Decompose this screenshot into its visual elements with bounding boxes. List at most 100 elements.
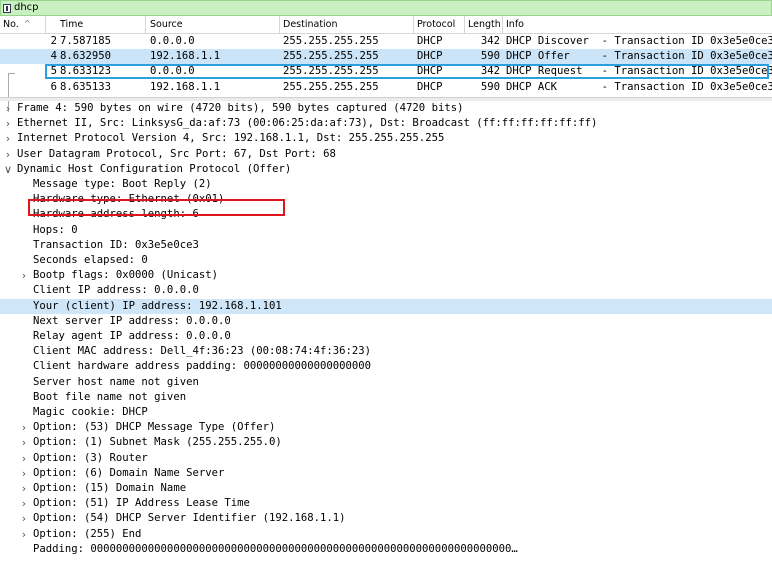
packet-protocol: DHCP [417, 80, 443, 93]
tree-item[interactable]: › Option: (53) DHCP Message Type (Offer) [0, 420, 772, 435]
tree-item[interactable]: Next server IP address: 0.0.0.0 [0, 314, 772, 329]
packet-destination: 255.255.255.255 [283, 65, 379, 78]
packet-row[interactable]: 2 7.587185 0.0.0.0 255.255.255.255 DHCP 342 DH… [0, 34, 772, 49]
tree-item-label: Message type: Boot Reply (2) [33, 178, 212, 190]
packet-source: 0.0.0.0 [150, 35, 195, 47]
packet-source: 192.168.1.1 [150, 50, 221, 63]
tree-item-label: Transaction ID: 0x3e5e0ce3 [33, 238, 199, 251]
display-filter-input[interactable]: dhcp [14, 2, 39, 14]
column-header-destination[interactable]: Destination [283, 19, 338, 30]
packet-row[interactable]: 6 8.635133 192.168.1.1 255.255.255.255 DHCP 5… [0, 80, 772, 95]
chevron-right-icon[interactable]: › [19, 268, 29, 283]
tree-item[interactable]: › Option: (51) IP Address Lease Time [0, 496, 772, 511]
tree-item-label: Dynamic Host Configuration Protocol (Off… [17, 162, 292, 175]
tree-item[interactable]: › Ethernet II, Src: LinksysG_da:af:73 (00… [0, 116, 772, 131]
tree-item-label: Relay agent IP address: 0.0.0.0 [33, 330, 231, 342]
packet-destination: 255.255.255.255 [283, 50, 379, 63]
tree-item-label: Option: (1) Subnet Mask (255.255.255.0) [33, 436, 282, 449]
tree-item[interactable]: Client IP address: 0.0.0.0 [0, 283, 772, 298]
tree-item-label: Option: (3) Router [33, 451, 148, 464]
packet-protocol: DHCP [417, 65, 443, 78]
tree-item-label: Magic cookie: DHCP [33, 406, 148, 418]
tree-item[interactable]: Boot file name not given [0, 390, 772, 405]
tree-item[interactable]: Hardware address length: 6 [0, 207, 772, 222]
chevron-right-icon[interactable]: › [19, 481, 29, 496]
chevron-right-icon[interactable]: › [3, 101, 13, 116]
packet-no: 6 [50, 80, 57, 93]
tree-item-label: Next server IP address: 0.0.0.0 [33, 314, 231, 327]
packet-time: 8.633123 [60, 65, 112, 78]
tree-item-label: Your (client) IP address: 192.168.1.101 [33, 299, 282, 312]
tree-item[interactable]: › Frame 4: 590 bytes on wire (4720 bits),… [0, 101, 772, 116]
tree-item[interactable]: › Option: (15) Domain Name [0, 481, 772, 496]
chevron-right-icon[interactable]: › [19, 527, 29, 542]
tree-item[interactable]: Hardware type: Ethernet (0x01) [0, 192, 772, 207]
column-header-source[interactable]: Source [150, 19, 183, 30]
packet-protocol: DHCP [417, 50, 443, 63]
chevron-right-icon[interactable]: › [19, 451, 29, 466]
tree-item[interactable]: Relay agent IP address: 0.0.0.0 [0, 329, 772, 344]
chevron-right-icon[interactable]: › [19, 511, 29, 526]
packet-row[interactable]: 4 8.632950 192.168.1.1 255.255.255.255 DHCP 5… [0, 49, 772, 65]
chevron-right-icon[interactable]: › [19, 466, 29, 481]
tree-item[interactable]: › Bootp flags: 0x0000 (Unicast) [0, 268, 772, 283]
chevron-right-icon[interactable]: › [3, 116, 13, 131]
tree-item-label: Bootp flags: 0x0000 (Unicast) [33, 269, 218, 282]
tree-item-label: Seconds elapsed: 0 [33, 254, 148, 266]
chevron-right-icon[interactable]: › [19, 420, 29, 435]
packet-source: 0.0.0.0 [150, 65, 195, 78]
column-header-time[interactable]: Time [60, 19, 83, 30]
tree-item-label: Option: (15) Domain Name [33, 482, 187, 494]
tree-item[interactable]: › User Datagram Protocol, Src Port: 67, D… [0, 147, 772, 162]
column-header-protocol[interactable]: Protocol [417, 19, 455, 30]
tree-item[interactable]: ∨ Dynamic Host Configuration Protocol (Of… [0, 162, 772, 177]
sort-up-icon: ^ [24, 19, 31, 28]
packet-list-header: No. ^ Time Source Destination Protocol L… [0, 16, 772, 34]
packet-no: 5 [50, 65, 57, 78]
chevron-right-icon[interactable]: › [3, 131, 13, 146]
packet-list: No. ^ Time Source Destination Protocol L… [0, 16, 772, 112]
tree-item[interactable]: Magic cookie: DHCP [0, 405, 772, 420]
tree-item-label: Hardware address length: 6 [33, 208, 199, 221]
tree-item-label: Option: (53) DHCP Message Type (Offer) [33, 421, 276, 434]
tree-item-label: Hardware type: Ethernet (0x01) [33, 193, 225, 206]
packet-source: 192.168.1.1 [150, 80, 221, 93]
column-header-no[interactable]: No. [3, 19, 19, 30]
bookmark-icon[interactable] [3, 3, 11, 13]
packet-destination: 255.255.255.255 [283, 35, 379, 47]
tree-item[interactable]: › Option: (3) Router [0, 451, 772, 466]
tree-item[interactable]: Your (client) IP address: 192.168.1.101 [0, 298, 772, 314]
packet-row[interactable]: 5 8.633123 0.0.0.0 255.255.255.255 DHCP 342 DH… [0, 64, 772, 79]
chevron-right-icon[interactable]: › [3, 147, 13, 162]
chevron-down-icon[interactable]: ∨ [3, 162, 13, 177]
tree-item[interactable]: Seconds elapsed: 0 [0, 253, 772, 268]
tree-item[interactable]: Server host name not given [0, 375, 772, 390]
tree-item[interactable]: › Internet Protocol Version 4, Src: 192.1… [0, 131, 772, 146]
packet-no: 4 [50, 50, 57, 63]
tree-item[interactable]: Transaction ID: 0x3e5e0ce3 [0, 238, 772, 253]
column-header-length[interactable]: Length [468, 19, 501, 30]
tree-item[interactable]: Message type: Boot Reply (2) [0, 177, 772, 192]
chevron-right-icon[interactable]: › [19, 435, 29, 450]
tree-item[interactable]: › Option: (1) Subnet Mask (255.255.255.0) [0, 435, 772, 450]
tree-item[interactable]: Hops: 0 [0, 223, 772, 238]
tree-item[interactable]: › Option: (54) DHCP Server Identifier (19… [0, 511, 772, 526]
tree-item-label: Server host name not given [33, 375, 199, 388]
packet-time: 8.632950 [60, 50, 112, 63]
tree-item[interactable]: Client hardware address padding: 0000000… [0, 359, 772, 374]
column-header-info[interactable]: Info [506, 19, 524, 30]
tree-item[interactable]: › Option: (6) Domain Name Server [0, 466, 772, 481]
tree-item[interactable]: Padding: 0000000000000000000000000000000… [0, 542, 772, 557]
tree-item-label: Option: (255) End [33, 527, 142, 540]
tree-item-label: Client MAC address: Dell_4f:36:23 (00:08… [33, 345, 372, 358]
tree-item[interactable]: › Option: (255) End [0, 527, 772, 542]
packet-info: DHCP Discover - Transaction ID 0x3e5e0ce… [506, 35, 772, 47]
tree-item[interactable]: Client MAC address: Dell_4f:36:23 (00:08… [0, 344, 772, 359]
packet-length: 342 [480, 35, 500, 47]
chevron-right-icon[interactable]: › [19, 496, 29, 511]
packet-destination: 255.255.255.255 [283, 80, 379, 93]
tree-item-label: User Datagram Protocol, Src Port: 67, Ds… [17, 147, 336, 160]
packet-time: 7.587185 [60, 35, 112, 47]
display-filter-bar[interactable]: dhcp [0, 0, 772, 16]
tree-item-label: Boot file name not given [33, 390, 187, 403]
